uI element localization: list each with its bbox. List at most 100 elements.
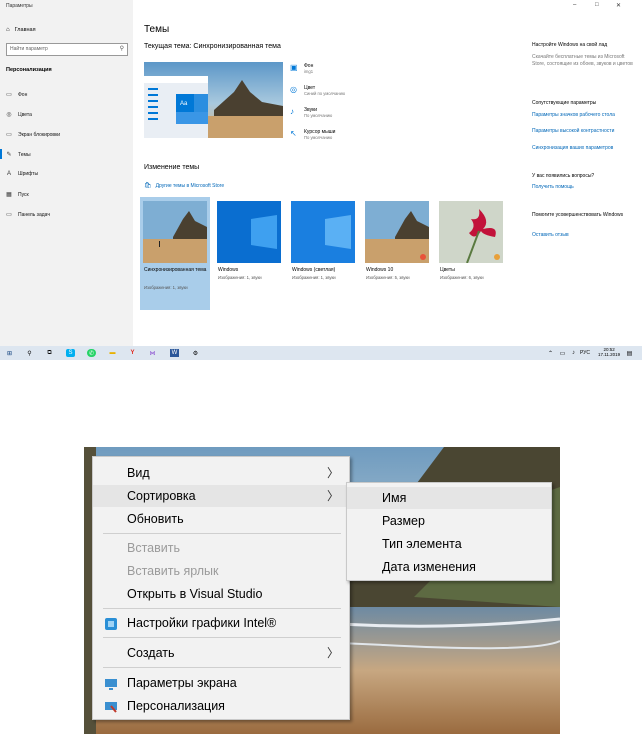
theme-tile-flowers[interactable]: Цветы Изображения: 6, звуки <box>436 197 506 310</box>
palette-icon: ◎ <box>6 112 12 118</box>
language-indicator[interactable]: РУС <box>580 350 590 356</box>
menu-item-label: Вид <box>127 466 150 480</box>
search-input[interactable]: Найти параметр ⚲ <box>6 43 128 56</box>
menu-item-paste[interactable]: Вставить <box>93 537 349 559</box>
sidebar-item-label: Пуск <box>18 191 29 198</box>
theme-sub: Изображения: 5, звуки <box>366 275 410 280</box>
sidebar-item-label: Темы <box>18 151 31 158</box>
cursor-icon: ↖ <box>290 129 297 138</box>
menu-item-new[interactable]: Создать 〉 <box>93 642 349 664</box>
menu-item-label: Создать <box>127 646 175 660</box>
menu-item-label: Персонализация <box>127 699 225 713</box>
theme-sub: Изображения: 6, звуки <box>440 275 484 280</box>
menu-item-label: Параметры экрана <box>127 676 237 690</box>
sidebar: Параметры ⌂ Главная Найти параметр ⚲ Пер… <box>0 0 133 346</box>
prop-value: По умолчанию <box>304 135 333 140</box>
sync-settings-link[interactable]: Синхронизация ваших параметров <box>532 145 637 152</box>
theme-sounds-setting[interactable]: ♪ Звуки По умолчанию <box>290 107 332 119</box>
sidebar-item-lock-screen[interactable]: ▭ Экран блокировки <box>6 131 61 139</box>
right-panel: Настройте Windows на свой лад Скачайте б… <box>530 0 642 346</box>
menu-item-view[interactable]: Вид 〉 <box>93 462 349 484</box>
sidebar-item-themes[interactable]: ✎ Темы <box>0 149 31 159</box>
theme-name: Windows (светлая) <box>292 267 336 273</box>
volume-icon[interactable]: ♪ <box>569 349 578 357</box>
network-icon[interactable]: ▭ <box>558 349 567 357</box>
get-help-link[interactable]: Получить помощь <box>532 184 637 191</box>
sort-by-date[interactable]: Дата изменения <box>347 556 551 578</box>
related-title: Сопутствующие параметры <box>532 100 597 106</box>
theme-tile-windows10[interactable]: Windows 10 Изображения: 5, звуки <box>362 197 432 310</box>
menu-item-sort[interactable]: Сортировка 〉 <box>93 485 349 507</box>
file-explorer-icon[interactable]: ▬ <box>108 349 117 357</box>
notifications-icon[interactable]: ▤ <box>625 349 634 357</box>
menu-item-label: Обновить <box>127 512 184 526</box>
task-view-icon[interactable]: ⧉ <box>45 349 54 357</box>
theme-name: Windows 10 <box>366 267 394 273</box>
settings-gear-icon[interactable]: ⚙ <box>191 349 200 357</box>
search-icon[interactable]: ⚲ <box>120 45 124 52</box>
sort-by-size[interactable]: Размер <box>347 510 551 532</box>
clock[interactable]: 20:52 17.11.2019 <box>598 347 620 357</box>
theme-tile-synced[interactable]: Синхронизированная тема Изображения: 1, … <box>140 197 210 310</box>
theme-thumbnail <box>291 201 355 263</box>
theme-preview: Aa <box>144 62 283 138</box>
menu-item-intel-graphics[interactable]: Настройки графики Intel® <box>93 612 349 634</box>
chevron-right-icon: 〉 <box>326 466 339 480</box>
menu-item-label: Вставить ярлык <box>127 564 219 578</box>
store-panel-text: Скачайте бесплатные темы из Microsoft St… <box>532 54 633 67</box>
home-icon: ⌂ <box>6 27 10 33</box>
search-icon[interactable]: ⚲ <box>25 349 34 357</box>
page-title: Темы <box>144 24 170 35</box>
question-title: У вас появились вопросы? <box>532 173 595 179</box>
menu-item-open-visual-studio[interactable]: Открыть в Visual Studio <box>93 583 349 605</box>
menu-item-display-settings[interactable]: Параметры экрана <box>93 672 349 694</box>
tray-chevron-icon[interactable]: ⌃ <box>546 349 555 357</box>
theme-tile-windows-light[interactable]: Windows (светлая) Изображения: 1, звуки <box>288 197 358 310</box>
lock-screen-icon: ▭ <box>6 132 12 138</box>
window-title: Параметры <box>6 3 33 9</box>
theme-name: Синхронизированная тема <box>144 267 207 273</box>
main-content: Темы Текущая тема: Синхронизированная те… <box>133 0 523 346</box>
theme-thumbnail <box>217 201 281 263</box>
theme-background-setting[interactable]: ▣ Фон img1 <box>290 63 313 75</box>
sidebar-item-label: Шрифты <box>18 171 39 177</box>
sidebar-item-label: Главная <box>14 27 36 33</box>
menu-item-personalize[interactable]: Персонализация <box>93 695 349 717</box>
whatsapp-icon[interactable]: ✆ <box>87 349 96 357</box>
menu-item-refresh[interactable]: Обновить <box>93 508 349 530</box>
high-contrast-link[interactable]: Параметры высокой контрастности <box>532 128 637 135</box>
skype-icon[interactable]: S <box>66 349 75 357</box>
sidebar-item-home[interactable]: ⌂ Главная <box>6 27 36 33</box>
clock-date: 17.11.2019 <box>598 352 621 357</box>
sidebar-item-taskbar[interactable]: ▭ Панель задач <box>6 211 50 219</box>
personalize-icon <box>104 699 118 713</box>
store-link[interactable]: 🛍 Другие темы в Microsoft Store <box>144 182 224 190</box>
settings-window: Параметры ⌂ Главная Найти параметр ⚲ Пер… <box>0 0 642 346</box>
theme-tile-windows[interactable]: Windows Изображения: 1, звуки <box>214 197 284 310</box>
menu-separator <box>103 637 341 638</box>
prop-value: Синий по умолчанию <box>304 91 346 96</box>
sort-by-type[interactable]: Тип элемента <box>347 533 551 555</box>
theme-cursor-setting[interactable]: ↖ Курсор мыши По умолчанию <box>290 129 335 141</box>
prop-value: img1 <box>304 69 314 74</box>
sidebar-item-label: Экран блокировки <box>18 131 61 138</box>
section-title: Персонализация <box>6 67 52 73</box>
feedback-link[interactable]: Оставить отзыв <box>532 232 637 239</box>
desktop-icons-link[interactable]: Параметры значков рабочего стола <box>532 112 637 119</box>
menu-item-label: Открыть в Visual Studio <box>127 587 263 601</box>
visual-studio-icon[interactable]: ⋈ <box>148 349 157 357</box>
sidebar-item-fonts[interactable]: A Шрифты <box>6 171 38 177</box>
start-icon[interactable]: ⊞ <box>5 349 14 357</box>
menu-item-paste-shortcut[interactable]: Вставить ярлык <box>93 560 349 582</box>
theme-color-setting[interactable]: ◎ Цвет Синий по умолчанию <box>290 85 345 97</box>
sidebar-item-colors[interactable]: ◎ Цвета <box>6 111 32 119</box>
sidebar-item-background[interactable]: ▭ Фон <box>6 91 28 99</box>
sort-by-name[interactable]: Имя <box>347 487 551 509</box>
word-icon[interactable]: W <box>170 349 179 357</box>
svg-text:Aa: Aa <box>180 101 188 107</box>
sidebar-item-label: Фон <box>18 91 28 98</box>
theme-thumbnail <box>439 201 503 263</box>
yandex-icon[interactable]: Y <box>128 349 137 357</box>
menu-separator <box>103 608 341 609</box>
sidebar-item-start[interactable]: ▦ Пуск <box>6 191 29 199</box>
